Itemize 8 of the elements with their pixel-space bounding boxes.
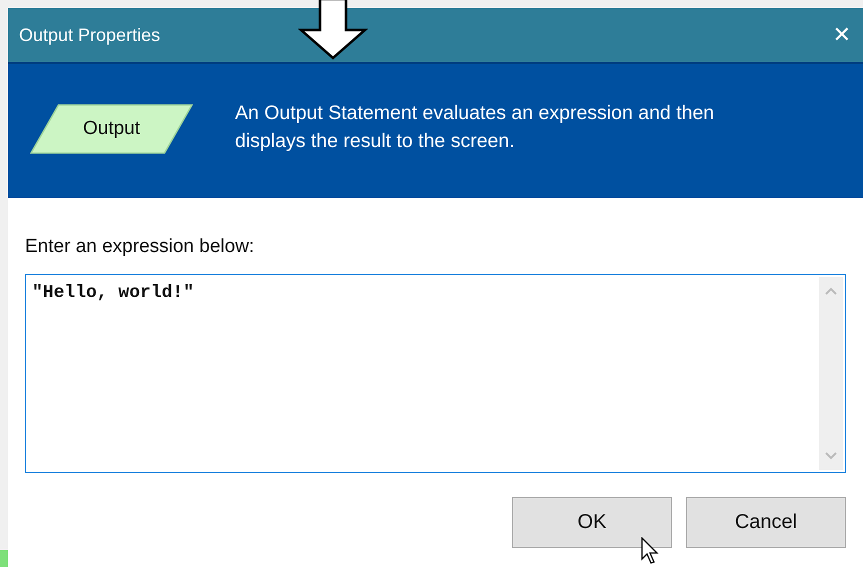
prompt-label: Enter an expression below:	[25, 236, 256, 258]
window-title: Output Properties	[19, 24, 160, 46]
description-text: An Output Statement evaluates an expression and then displays the result to the screen.	[235, 101, 716, 154]
output-shape: Output	[30, 104, 193, 154]
close-button[interactable]: ✕	[820, 22, 863, 48]
ok-button[interactable]: OK	[512, 497, 672, 548]
cancel-button[interactable]: Cancel	[686, 497, 846, 548]
expression-field[interactable]: "Hello, world!"	[25, 274, 846, 473]
